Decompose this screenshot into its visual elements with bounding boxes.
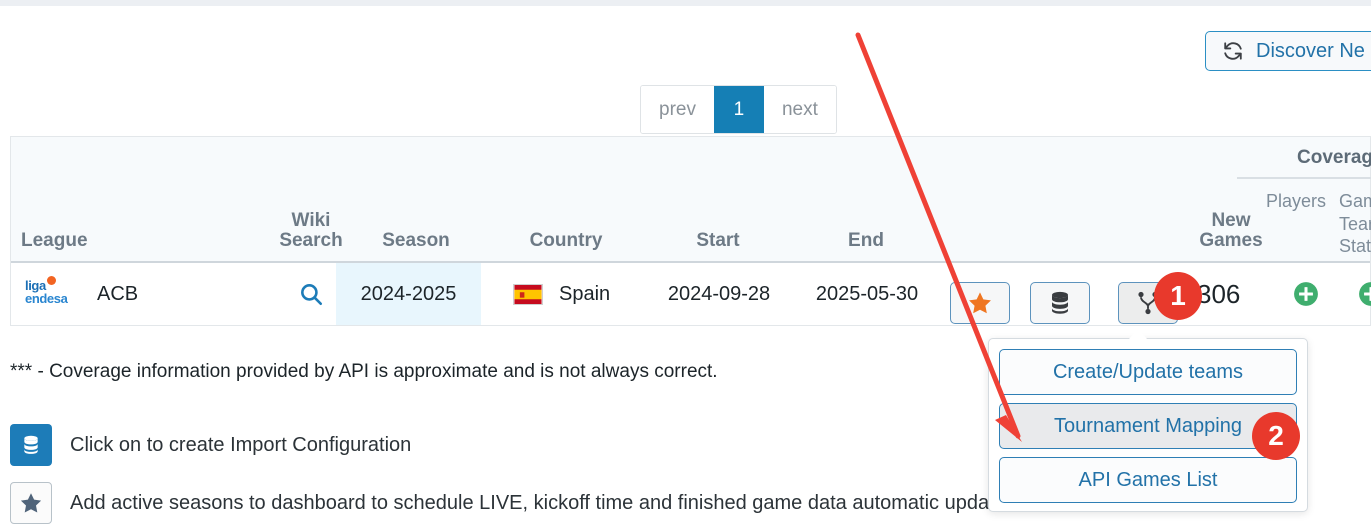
col-header-wiki-search-line2: Search [279,230,343,252]
database-icon [24,435,38,454]
col-header-players: Players [1265,191,1327,211]
legend-item-active-season: Add active seasons to dashboard to sched… [10,482,1016,524]
col-header-country: Country [529,230,603,252]
logo-dot-icon [47,276,56,285]
plus-circle-icon[interactable] [1293,281,1319,307]
col-header-wiki-search: Wiki Search [256,211,366,251]
dropdown-item-create-update-teams[interactable]: Create/Update teams [999,349,1297,395]
dropdown-item-api-games-list[interactable]: API Games List [999,457,1297,503]
star-icon [969,292,991,314]
pagination-page-1[interactable]: 1 [713,86,764,133]
league-name: ACB [97,282,139,305]
col-header-wiki-search-line1: Wiki [291,210,331,232]
refresh-icon [1224,42,1242,60]
discover-new-button[interactable]: Discover Ne [1205,31,1371,71]
col-header-league: League [21,230,88,252]
legend-database-icon-box [10,424,52,466]
import-configuration-button[interactable] [1030,282,1090,324]
cell-season: 2024-2025 [336,263,481,325]
plus-circle-icon[interactable] [1358,281,1371,307]
pagination-prev[interactable]: prev [641,86,714,133]
coverage-group-rule [1237,177,1371,179]
cell-players-add[interactable] [1276,263,1336,325]
col-header-start: Start [696,230,740,252]
col-header-new-games: New Games [1176,211,1286,251]
country-name: Spain [559,282,611,305]
legend-star-icon-box [10,482,52,524]
database-icon [1052,291,1068,314]
pagination[interactable]: prev 1 next [640,85,837,134]
col-header-games-team-stats: Gam Tear Stats [1339,190,1371,258]
dropdown-caret-icon [1129,329,1147,339]
table-header: Coverage League Wiki Search Season Count… [11,137,1371,261]
cell-country: Spain [491,263,663,325]
pagination-next[interactable]: next [763,86,836,133]
cell-games-add[interactable] [1341,263,1371,325]
col-header-new-games-line1: New [1211,210,1251,232]
discover-new-label: Discover Ne [1256,39,1365,62]
annotation-badge-1: 1 [1154,272,1202,320]
col-header-games-line3: Stats [1339,236,1371,256]
favorite-season-button[interactable] [950,282,1010,324]
col-header-end: End [848,230,884,252]
col-header-new-games-line2: Games [1199,230,1263,252]
search-icon[interactable] [298,281,324,307]
col-header-games-line2: Tear [1339,213,1371,234]
flag-spain-icon [513,283,543,305]
coverage-footnote: *** - Coverage information provided by A… [10,361,718,382]
annotation-badge-2: 2 [1252,412,1300,460]
col-header-season: Season [382,230,450,252]
logo-line2: endesa [25,291,68,306]
cell-start-date: 2024-09-28 [667,282,771,305]
top-strip [0,0,1371,6]
cell-end-date: 2025-05-30 [815,282,919,305]
liga-endesa-logo: liga endesa [25,276,83,311]
coverage-group-label: Coverage [1297,147,1371,168]
legend-active-season-text: Add active seasons to dashboard to sched… [70,491,1016,514]
star-icon [20,493,42,513]
legend-item-import-config: Click on to create Import Configuration [10,424,411,466]
col-header-games-line1: Gam [1339,191,1371,211]
legend-import-config-text: Click on to create Import Configuration [70,433,412,456]
